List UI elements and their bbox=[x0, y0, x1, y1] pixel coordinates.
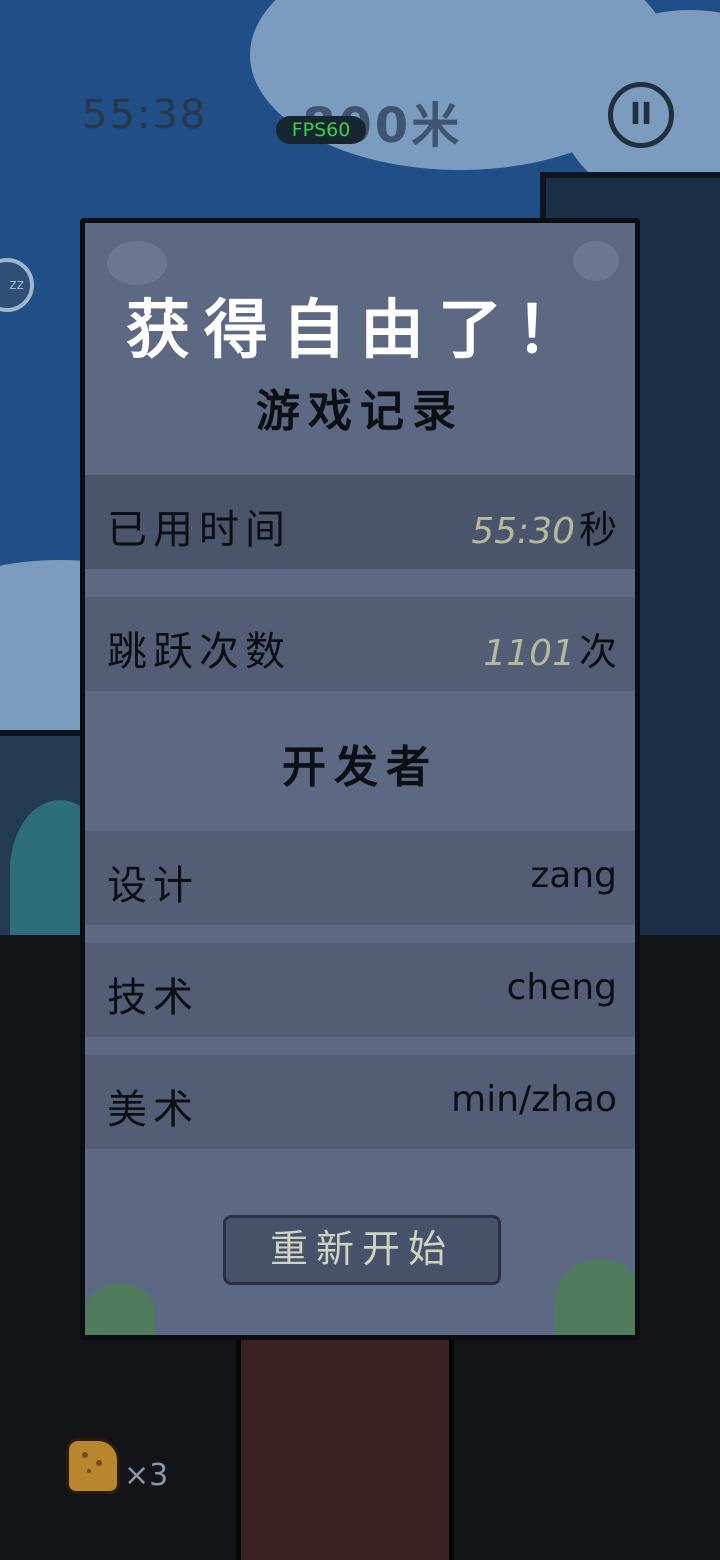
developer-role: 美术 bbox=[107, 1087, 199, 1133]
decor-leaf bbox=[85, 1283, 155, 1335]
developer-role: 设计 bbox=[107, 863, 199, 909]
developer-row-tech: 技术 cheng bbox=[85, 943, 635, 1037]
developer-name: min/zhao bbox=[451, 1079, 617, 1120]
fps-counter: FPS60 bbox=[276, 116, 366, 144]
sleep-icon: zz bbox=[9, 277, 24, 293]
pause-button[interactable]: II bbox=[608, 82, 674, 148]
developer-name: cheng bbox=[506, 967, 617, 1008]
decor-leaf bbox=[555, 1259, 635, 1335]
developer-row-design: 设计 zang bbox=[85, 831, 635, 925]
thumbs-up-icon bbox=[66, 1438, 120, 1494]
stat-unit: 秒 bbox=[578, 508, 617, 552]
restart-button[interactable]: 重新开始 bbox=[223, 1215, 501, 1285]
thumbs-up-icon-shape bbox=[82, 1452, 102, 1473]
stat-row-time: 已用时间 55:30 秒 bbox=[85, 475, 635, 569]
dev-heading: 开发者 bbox=[282, 742, 438, 793]
record-heading: 游戏记录 bbox=[256, 386, 464, 437]
stat-number: 55:30 bbox=[471, 511, 575, 552]
stat-label: 已用时间 bbox=[107, 507, 291, 553]
tree-trunk bbox=[236, 1338, 454, 1560]
result-panel: 获得自由了！ 游戏记录 已用时间 55:30 秒 跳跃次数 1101 次 开发者 设… bbox=[80, 218, 640, 1340]
panel-title: 获得自由了！ bbox=[126, 294, 594, 368]
game-scene: 55:38 800米 FPS60 II zz ×3 获得自由了！ 游戏记录 已用… bbox=[0, 0, 720, 1560]
stat-value: 55:30 秒 bbox=[471, 499, 617, 554]
stat-row-jumps: 跳跃次数 1101 次 bbox=[85, 597, 635, 691]
pause-icon: II bbox=[629, 97, 653, 132]
developer-name: zang bbox=[530, 855, 617, 896]
decor-blob bbox=[573, 241, 619, 281]
stat-number: 1101 bbox=[483, 633, 575, 674]
lives-count: ×3 bbox=[124, 1458, 169, 1493]
hud-timer: 55:38 bbox=[82, 92, 208, 138]
developer-role: 技术 bbox=[107, 975, 199, 1021]
stat-label: 跳跃次数 bbox=[107, 629, 291, 675]
developer-row-art: 美术 min/zhao bbox=[85, 1055, 635, 1149]
stat-unit: 次 bbox=[578, 630, 617, 674]
stat-value: 1101 次 bbox=[483, 621, 617, 676]
